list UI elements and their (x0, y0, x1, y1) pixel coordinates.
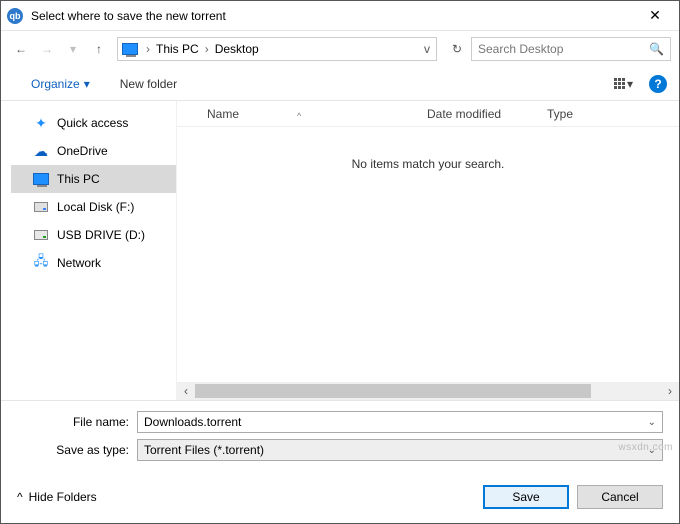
footer: ^ Hide Folders Save Cancel (1, 475, 679, 523)
column-name[interactable]: ^ Name (177, 107, 427, 121)
scroll-left-icon[interactable]: ‹ (177, 382, 195, 400)
organize-button[interactable]: Organize ▾ (31, 77, 90, 91)
save-dialog: qb Select where to save the new torrent … (0, 0, 680, 524)
tree-this-pc[interactable]: This PC (11, 165, 176, 193)
organize-label: Organize (31, 77, 80, 91)
scroll-track[interactable] (195, 382, 661, 400)
tree-local-disk[interactable]: Local Disk (F:) (11, 193, 176, 221)
network-icon: 🖧 (33, 255, 49, 271)
scroll-thumb[interactable] (195, 384, 591, 398)
usb-drive-icon (33, 227, 49, 243)
filename-value: Downloads.torrent (144, 415, 241, 429)
address-bar[interactable]: › This PC › Desktop v (117, 37, 437, 61)
nav-row: ← → ▾ ↑ › This PC › Desktop v ↻ Search D… (1, 31, 679, 67)
watermark: wsxdn.com (618, 442, 673, 453)
tree-label: Quick access (57, 116, 128, 130)
this-pc-icon (122, 43, 138, 55)
saveastype-select[interactable]: Torrent Files (*.torrent) ⌄ (137, 439, 663, 461)
window-title: Select where to save the new torrent (31, 9, 637, 23)
forward-button: → (35, 37, 59, 61)
chevron-down-icon: ▾ (84, 77, 90, 91)
crumb-this-pc[interactable]: This PC (152, 42, 203, 56)
star-icon: ✦ (33, 115, 49, 131)
chevron-up-icon: ^ (17, 490, 23, 504)
chevron-down-icon: ▾ (627, 77, 633, 91)
filename-input[interactable]: Downloads.torrent ⌄ (137, 411, 663, 433)
form-area: File name: Downloads.torrent ⌄ Save as t… (1, 400, 679, 475)
this-pc-icon (33, 171, 49, 187)
tree-label: Network (57, 256, 101, 270)
back-button[interactable]: ← (9, 37, 33, 61)
column-name-label: Name (207, 107, 239, 121)
cloud-icon: ☁ (33, 143, 49, 159)
close-icon[interactable]: ✕ (637, 7, 673, 24)
empty-message: No items match your search. (177, 127, 679, 382)
save-button[interactable]: Save (483, 485, 569, 509)
new-folder-button[interactable]: New folder (120, 77, 177, 91)
tree-label: USB DRIVE (D:) (57, 228, 145, 242)
column-type[interactable]: Type (547, 107, 679, 121)
refresh-button[interactable]: ↻ (445, 37, 469, 61)
crumb-sep-icon[interactable]: › (144, 42, 152, 56)
crumb-sep-icon[interactable]: › (203, 42, 211, 56)
tree-network[interactable]: 🖧 Network (11, 249, 176, 277)
search-input[interactable]: Search Desktop 🔍 (471, 37, 671, 61)
recent-dropdown-icon[interactable]: ▾ (61, 37, 85, 61)
column-date[interactable]: Date modified (427, 107, 547, 121)
title-bar: qb Select where to save the new torrent … (1, 1, 679, 31)
nav-tree: ✦ Quick access ☁ OneDrive This PC Local … (1, 101, 176, 400)
tree-label: OneDrive (57, 144, 108, 158)
cancel-button[interactable]: Cancel (577, 485, 663, 509)
view-options-button[interactable]: ▾ (610, 75, 637, 93)
search-icon: 🔍 (649, 42, 664, 56)
filename-label: File name: (17, 415, 137, 429)
saveastype-label: Save as type: (17, 443, 137, 457)
horizontal-scrollbar[interactable]: ‹ › (177, 382, 679, 400)
crumb-desktop[interactable]: Desktop (211, 42, 263, 56)
app-icon: qb (7, 8, 23, 24)
toolbar: Organize ▾ New folder ▾ ? (1, 67, 679, 101)
tree-quick-access[interactable]: ✦ Quick access (11, 109, 176, 137)
scroll-right-icon[interactable]: › (661, 382, 679, 400)
search-placeholder: Search Desktop (478, 42, 643, 56)
body: ✦ Quick access ☁ OneDrive This PC Local … (1, 101, 679, 400)
up-button[interactable]: ↑ (87, 37, 111, 61)
tree-label: Local Disk (F:) (57, 200, 134, 214)
tree-onedrive[interactable]: ☁ OneDrive (11, 137, 176, 165)
view-grid-icon (614, 78, 625, 89)
column-headers: ^ Name Date modified Type (177, 101, 679, 127)
tree-usb-drive[interactable]: USB DRIVE (D:) (11, 221, 176, 249)
saveastype-value: Torrent Files (*.torrent) (144, 443, 264, 457)
address-dropdown-icon[interactable]: v (420, 42, 434, 56)
help-button[interactable]: ? (649, 75, 667, 93)
hide-folders-button[interactable]: ^ Hide Folders (17, 490, 97, 504)
file-list-area: ^ Name Date modified Type No items match… (176, 101, 679, 400)
chevron-down-icon[interactable]: ⌄ (648, 417, 656, 428)
sort-asc-icon: ^ (297, 111, 301, 121)
hide-folders-label: Hide Folders (29, 490, 97, 504)
drive-icon (33, 199, 49, 215)
tree-label: This PC (57, 172, 100, 186)
